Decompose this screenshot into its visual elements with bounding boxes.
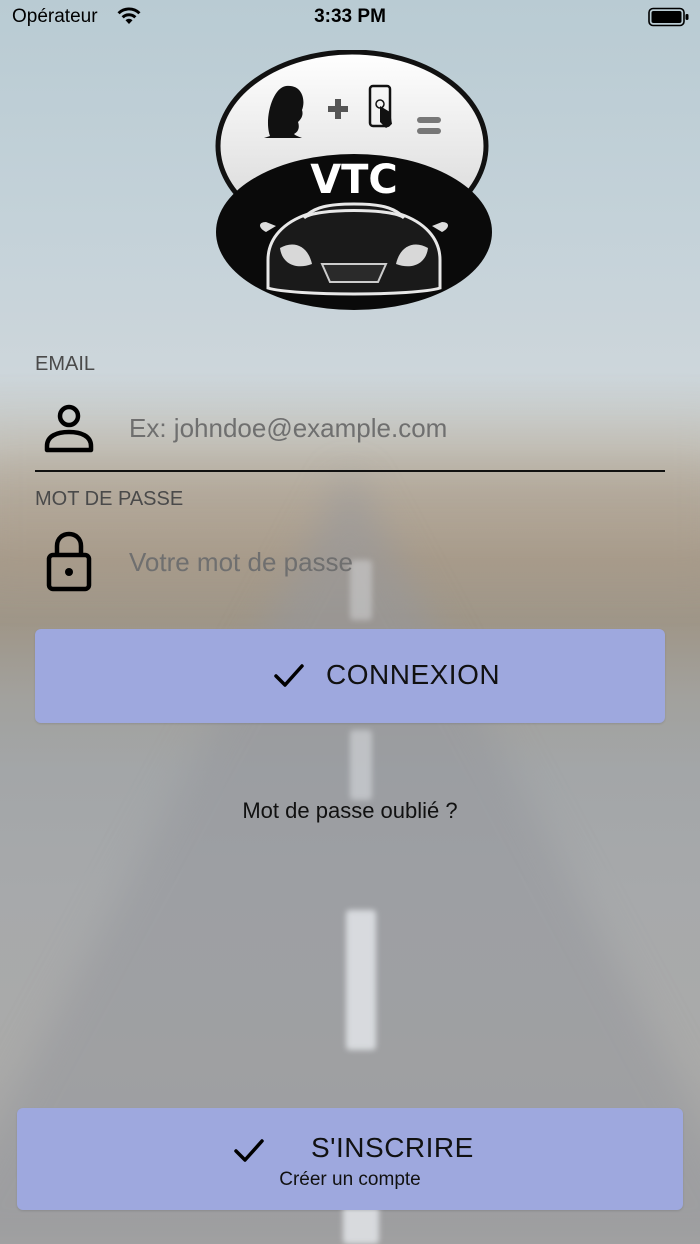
logo-text: VTC [310, 157, 398, 203]
clock-time: 3:33 PM [314, 6, 386, 27]
password-label: MOT DE PASSE [35, 488, 184, 510]
app-logo: VTC [214, 49, 494, 312]
password-input[interactable] [127, 538, 651, 586]
login-button[interactable]: CONNEXION [35, 629, 665, 723]
forgot-password-link[interactable]: Mot de passe oublié ? [0, 798, 700, 824]
email-label: EMAIL [35, 353, 96, 375]
email-underline [35, 470, 665, 472]
person-icon [43, 400, 95, 456]
status-bar: Opérateur 3:33 PM [0, 0, 700, 36]
password-field-row [35, 520, 665, 604]
signup-button-sublabel: Créer un compte [279, 1169, 421, 1190]
email-input[interactable] [127, 404, 651, 452]
checkmark-icon [233, 1136, 265, 1166]
email-field-row [35, 386, 665, 470]
signup-button-label: S'INSCRIRE [311, 1132, 474, 1163]
battery-icon [648, 7, 690, 33]
checkmark-icon [273, 661, 305, 691]
lock-icon [43, 531, 95, 592]
signup-button[interactable]: S'INSCRIRE Créer un compte [17, 1108, 683, 1210]
login-button-label: CONNEXION [326, 659, 501, 690]
